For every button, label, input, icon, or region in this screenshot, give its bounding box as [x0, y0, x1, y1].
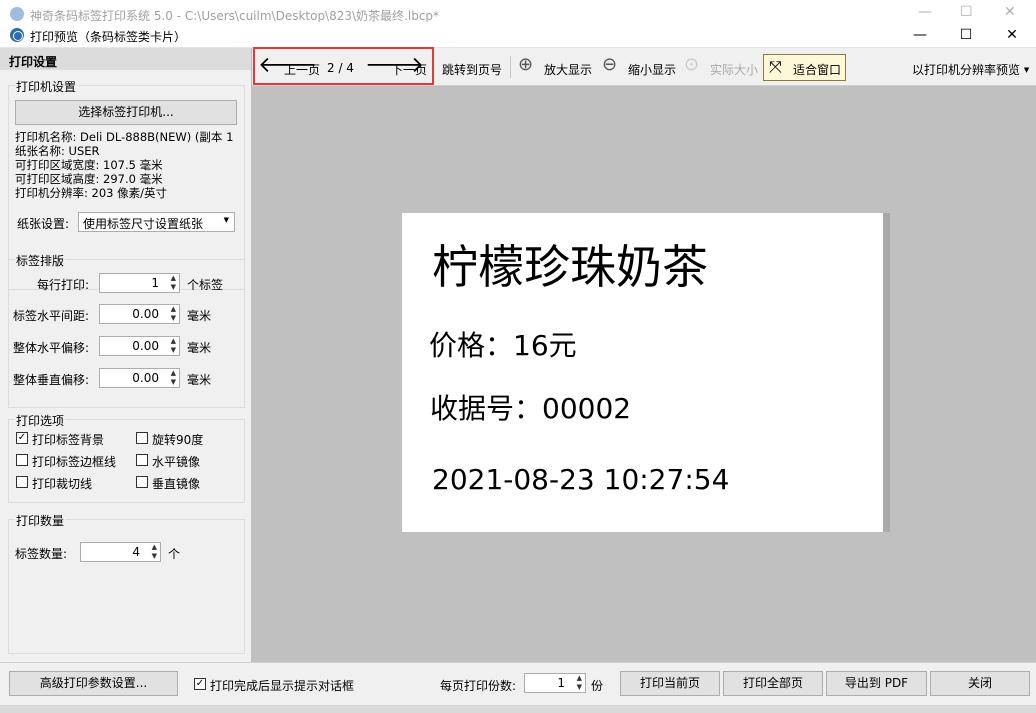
background-window-strip [0, 705, 1036, 713]
h-spacing-value: 0.00 [132, 307, 159, 321]
v-offset-unit: 毫米 [187, 373, 212, 387]
quantity-value: 4 [132, 545, 140, 559]
print-background-checkbox[interactable]: ✓ [16, 432, 28, 444]
zoom-in-button[interactable]: 放大显示 [544, 61, 592, 78]
resolution-preview-label: 以打印机分辨率预览 [912, 63, 1021, 77]
zoom-out-icon[interactable]: ⊖ [602, 56, 617, 74]
label-receipt-number: 收据号：00002 [430, 392, 632, 425]
label-product-title: 柠檬珍珠奶茶 [432, 240, 708, 294]
label-page: 柠檬珍珠奶茶 价格：16元 收据号：00002 2021-08-23 10:27… [402, 213, 883, 532]
panel-header: 打印设置 [0, 48, 251, 70]
paper-setting-value: 使用标签尺寸设置纸张 [83, 217, 204, 231]
mirror-h-label: 水平镜像 [152, 455, 201, 469]
h-spacing-label: 标签水平间距: [13, 309, 90, 323]
print-border-label: 打印标签边框线 [32, 455, 117, 469]
print-border-checkbox[interactable] [16, 454, 28, 466]
navigation-highlight [253, 47, 434, 85]
v-offset-stepper[interactable]: 0.00 ▲ ▼ [99, 368, 180, 388]
per-row-stepper[interactable]: 1 ▲ ▼ [99, 273, 180, 293]
label-datetime: 2021-08-23 10:27:54 [432, 463, 730, 496]
per-row-label: 每行打印: [37, 278, 90, 292]
h-offset-label: 整体水平偏移: [13, 341, 90, 355]
zoom-in-icon[interactable]: ⊕ [518, 56, 533, 74]
background-window-titlebar: 神奇条码标签打印系统 5.0 - C:\Users\cuilm\Desktop\… [0, 0, 1036, 23]
h-offset-unit: 毫米 [187, 341, 212, 355]
bg-maximize-icon[interactable]: ☐ [960, 4, 973, 20]
dropdown-arrow-icon: ▼ [1023, 66, 1030, 74]
spin-arrows-icon[interactable]: ▲ ▼ [171, 369, 176, 387]
copies-label: 每页打印份数: [440, 679, 517, 693]
per-row-value: 1 [151, 276, 159, 290]
bg-minimize-icon[interactable]: — [918, 4, 932, 20]
fit-window-button[interactable]: ⤧ 适合窗口 [763, 54, 846, 81]
v-offset-value: 0.00 [132, 371, 159, 385]
zoom-out-button[interactable]: 缩小显示 [628, 61, 676, 78]
h-offset-stepper[interactable]: 0.00 ▲ ▼ [99, 336, 180, 356]
copies-value: 1 [557, 676, 565, 690]
actual-size-button: 实际大小 [710, 63, 759, 77]
toolbar-divider [510, 56, 511, 78]
quantity-unit: 个 [168, 547, 181, 561]
dialog-titlebar: 打印预览（条码标签类卡片） — ☐ ✕ [0, 22, 1036, 48]
printable-width: 可打印区域宽度: 107.5 毫米 [15, 158, 163, 172]
printer-resolution: 打印机分辨率: 203 像素/英寸 [15, 186, 168, 200]
export-pdf-button[interactable]: 导出到 PDF [826, 671, 927, 696]
spin-arrows-icon[interactable]: ▲ ▼ [171, 305, 176, 323]
quantity-stepper[interactable]: 4 ▲ ▼ [80, 542, 161, 562]
printable-height: 可打印区域高度: 297.0 毫米 [15, 172, 163, 186]
show-dialog-checkbox[interactable]: ✓ [194, 678, 206, 690]
fit-window-icon: ⤧ [769, 57, 782, 76]
bg-close-icon[interactable]: ✕ [1004, 4, 1016, 20]
label-price: 价格：16元 [429, 329, 577, 362]
dropdown-arrow-icon: ▼ [223, 216, 229, 224]
rotate90-label: 旋转90度 [152, 433, 204, 447]
mirror-h-checkbox[interactable] [136, 454, 148, 466]
app-icon [10, 28, 24, 42]
paper-name: 纸张名称: USER [15, 144, 100, 158]
paper-setting-label: 纸张设置: [17, 217, 70, 231]
dialog-title: 打印预览（条码标签类卡片） [30, 30, 187, 44]
h-spacing-unit: 毫米 [187, 309, 212, 323]
close-button[interactable]: 关闭 [930, 671, 1030, 696]
copies-stepper[interactable]: 1 ▲ ▼ [524, 673, 586, 693]
print-quantity-group: 打印数量 [8, 512, 245, 654]
select-printer-button[interactable]: 选择标签打印机... [15, 100, 237, 125]
group-title: 打印机设置 [15, 78, 78, 95]
app-icon [10, 7, 24, 21]
advanced-settings-button[interactable]: 高级打印参数设置... [9, 671, 178, 696]
close-window-button[interactable]: ✕ [989, 22, 1035, 48]
jump-to-page-button[interactable]: 跳转到页号 [442, 61, 502, 78]
show-dialog-label: 打印完成后显示提示对话框 [210, 679, 355, 693]
group-title: 标签排版 [15, 252, 66, 269]
print-settings-panel: 打印设置 打印机设置 选择标签打印机... 打印机名称: Deli DL-888… [0, 48, 252, 662]
copies-unit: 份 [591, 679, 604, 693]
resolution-preview-dropdown[interactable]: 以打印机分辨率预览 ▼ [912, 61, 1029, 78]
per-row-unit: 个标签 [187, 278, 224, 292]
mirror-v-checkbox[interactable] [136, 476, 148, 488]
quantity-label: 标签数量: [15, 547, 68, 561]
minimize-button[interactable]: — [897, 22, 943, 48]
group-title: 打印选项 [15, 412, 66, 429]
maximize-button[interactable]: ☐ [943, 22, 989, 48]
h-spacing-stepper[interactable]: 0.00 ▲ ▼ [99, 304, 180, 324]
print-cutline-label: 打印裁切线 [32, 477, 93, 491]
printer-name: 打印机名称: Deli DL-888B(NEW) (副本 1 [15, 130, 234, 144]
paper-setting-select[interactable]: 使用标签尺寸设置纸张 ▼ [78, 212, 235, 232]
print-background-label: 打印标签背景 [32, 433, 105, 447]
actual-size-icon: ⊙ [684, 54, 700, 75]
v-offset-label: 整体垂直偏移: [13, 373, 90, 387]
group-title: 打印数量 [15, 512, 66, 529]
print-all-pages-button[interactable]: 打印全部页 [723, 671, 823, 696]
spin-arrows-icon[interactable]: ▲ ▼ [171, 274, 176, 292]
print-cutline-checkbox[interactable] [16, 476, 28, 488]
print-current-page-button[interactable]: 打印当前页 [620, 671, 720, 696]
mirror-v-label: 垂直镜像 [152, 477, 201, 491]
spin-arrows-icon[interactable]: ▲ ▼ [577, 674, 582, 692]
spin-arrows-icon[interactable]: ▲ ▼ [171, 337, 176, 355]
h-offset-value: 0.00 [132, 339, 159, 353]
fit-window-label: 适合窗口 [793, 63, 842, 77]
spin-arrows-icon[interactable]: ▲ ▼ [152, 543, 157, 561]
rotate90-checkbox[interactable] [136, 432, 148, 444]
